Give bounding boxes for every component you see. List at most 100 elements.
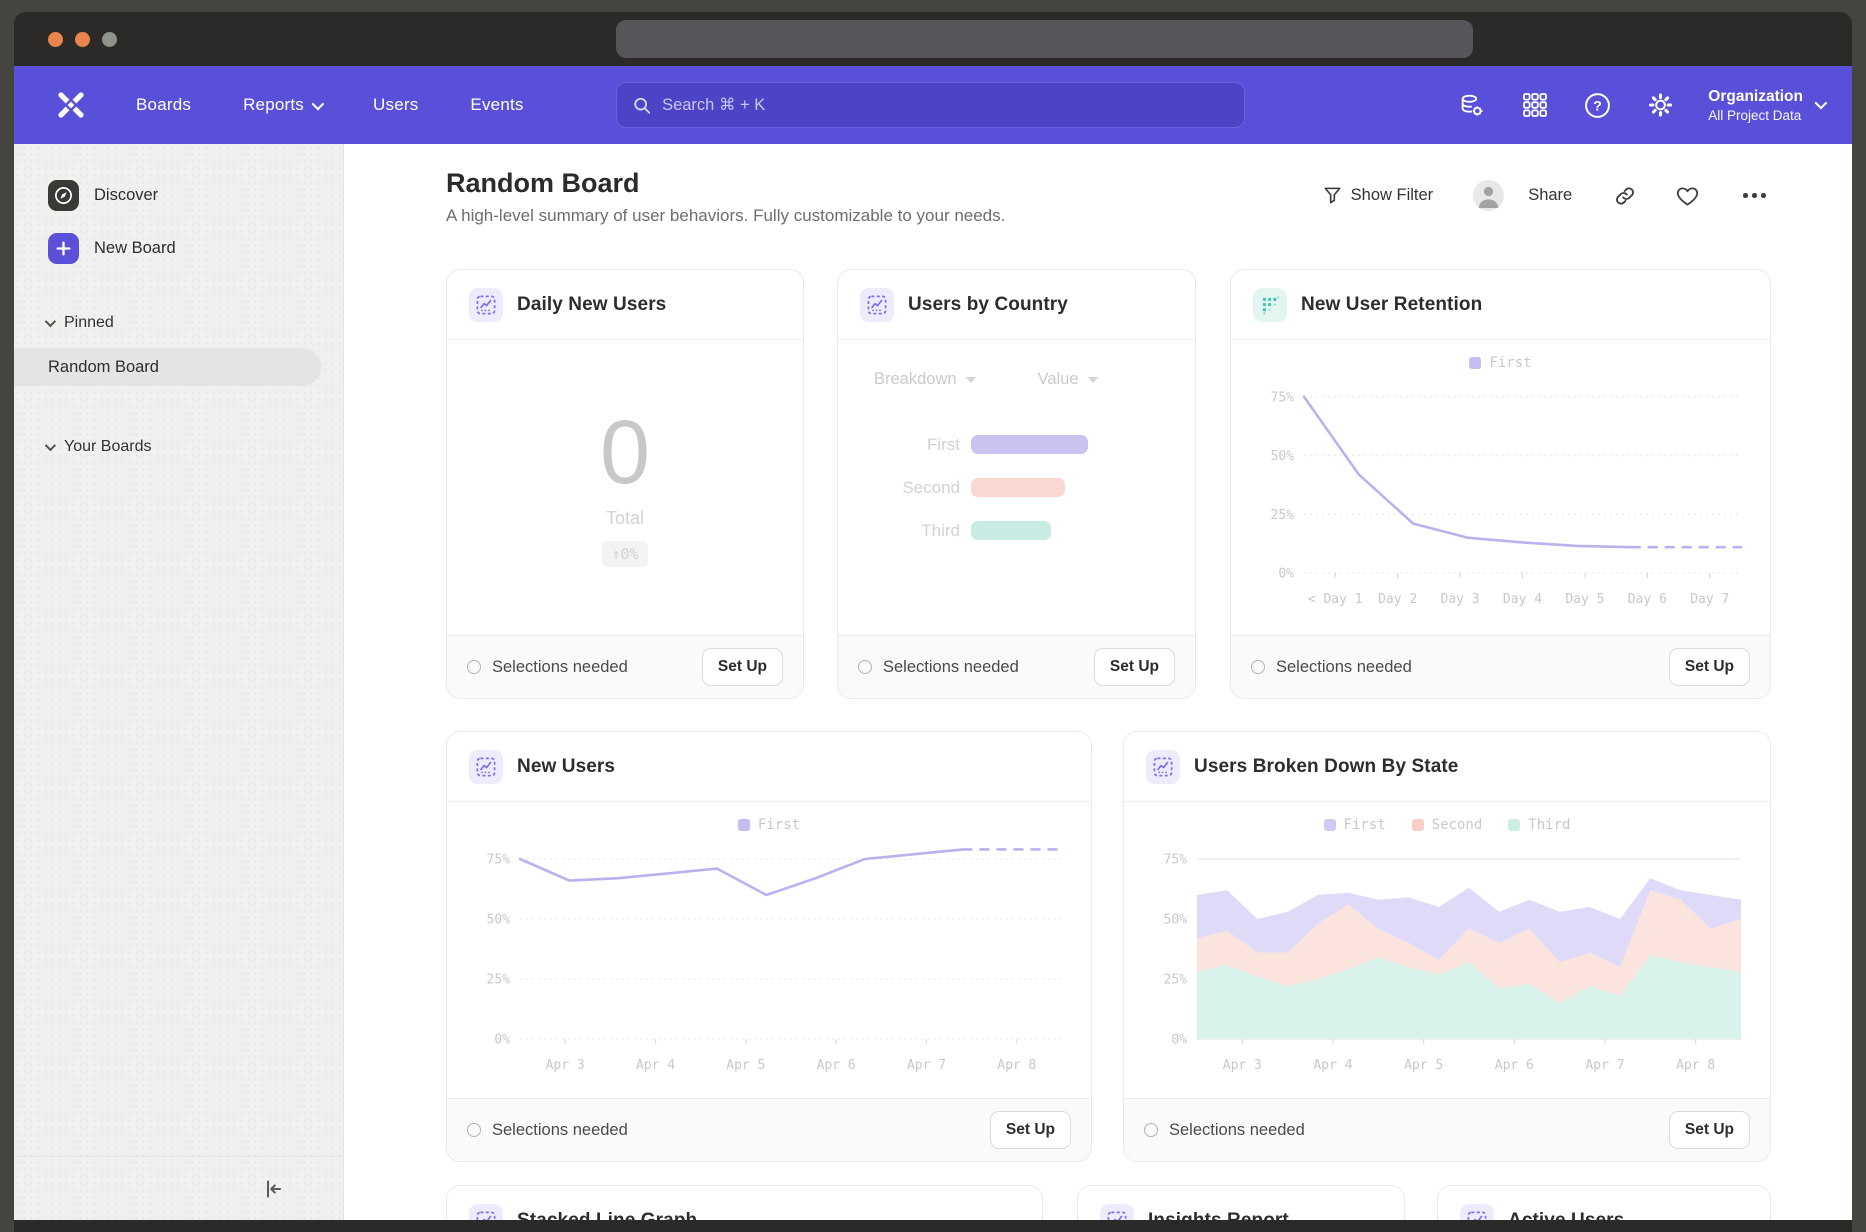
card-title: New Users <box>517 756 615 778</box>
status-circle-icon <box>1251 660 1265 674</box>
svg-text:Apr 8: Apr 8 <box>997 1058 1036 1073</box>
card-new-users: New Users First 75%50%25%0%Apr 3Apr 4Apr… <box>446 731 1092 1162</box>
svg-text:0%: 0% <box>1278 567 1294 582</box>
svg-text:Day 4: Day 4 <box>1503 592 1542 607</box>
chevron-down-icon <box>1088 377 1098 383</box>
nav-item-events[interactable]: Events <box>470 95 523 115</box>
card-title: Daily New Users <box>517 294 666 316</box>
metric-delta-badge: ↑0% <box>602 541 647 567</box>
discover-compass-icon <box>48 180 79 211</box>
card-title: Stacked Line Graph <box>517 1210 697 1220</box>
svg-text:50%: 50% <box>1164 913 1188 928</box>
help-icon[interactable]: ? <box>1584 92 1611 119</box>
svg-text:Day 6: Day 6 <box>1628 592 1667 607</box>
svg-text:75%: 75% <box>1271 390 1295 405</box>
insights-chart-icon <box>1100 1204 1134 1220</box>
set-up-button[interactable]: Set Up <box>990 1111 1071 1149</box>
card-title: Active Users <box>1508 1210 1624 1220</box>
chevron-down-icon <box>1815 97 1828 110</box>
svg-text:Day 5: Day 5 <box>1565 592 1604 607</box>
country-bar-row: Second <box>838 466 1195 509</box>
filter-funnel-icon[interactable] <box>1323 186 1342 205</box>
collapse-sidebar-icon[interactable] <box>261 1177 285 1201</box>
nav-item-users[interactable]: Users <box>373 95 418 115</box>
set-up-button[interactable]: Set Up <box>1669 1111 1750 1149</box>
set-up-button[interactable]: Set Up <box>1094 648 1175 686</box>
card-users-by-country: Users by Country Breakdown Value First Se… <box>837 269 1196 699</box>
nav-item-reports[interactable]: Reports <box>243 95 321 115</box>
insights-chart-icon <box>860 288 894 322</box>
svg-text:25%: 25% <box>487 973 511 988</box>
status-text: Selections needed <box>1276 658 1412 677</box>
card-insights-report: Insights Report <box>1077 1185 1405 1220</box>
status-circle-icon <box>1144 1123 1158 1137</box>
status-text: Selections needed <box>492 1121 628 1140</box>
svg-text:Apr 8: Apr 8 <box>1676 1058 1715 1073</box>
card-daily-new-users: Daily New Users 0 Total ↑0% Selections n… <box>446 269 804 699</box>
insights-chart-icon <box>469 1204 503 1220</box>
org-switcher[interactable]: Organization All Project Data <box>1708 87 1824 122</box>
bar-label: First <box>838 435 960 455</box>
svg-text:Apr 6: Apr 6 <box>817 1058 856 1073</box>
global-search[interactable] <box>616 82 1245 128</box>
chart-legend: First <box>447 817 1091 833</box>
apps-grid-icon[interactable] <box>1521 92 1548 119</box>
insights-chart-icon <box>1146 750 1180 784</box>
traffic-light-minimize[interactable] <box>75 32 90 47</box>
svg-text:Apr 4: Apr 4 <box>1313 1058 1352 1073</box>
share-button[interactable]: Share <box>1528 186 1572 205</box>
status-circle-icon <box>467 1123 481 1137</box>
svg-text:50%: 50% <box>1271 449 1295 464</box>
sidebar-item-discover[interactable]: Discover <box>14 172 343 219</box>
svg-text:Day 2: Day 2 <box>1378 592 1417 607</box>
favorite-heart-icon[interactable] <box>1676 185 1699 207</box>
value-dropdown[interactable]: Value <box>1038 370 1098 389</box>
settings-gear-icon[interactable] <box>1647 92 1674 119</box>
bar <box>971 478 1065 497</box>
legend-item: Third <box>1508 817 1570 833</box>
svg-text:25%: 25% <box>1164 973 1188 988</box>
sidebar-item-new-board[interactable]: New Board <box>14 225 343 272</box>
breakdown-dropdown[interactable]: Breakdown <box>874 370 976 389</box>
svg-text:25%: 25% <box>1271 508 1295 523</box>
svg-text:?: ? <box>1593 97 1602 113</box>
chevron-down-icon <box>45 440 56 451</box>
chevron-down-icon <box>312 97 325 110</box>
chart-legend: FirstSecondThird <box>1124 817 1770 833</box>
country-bar-list: First Second Third <box>838 423 1195 552</box>
org-name: Organization <box>1708 87 1803 107</box>
nav-item-boards[interactable]: Boards <box>136 95 191 115</box>
copy-link-icon[interactable] <box>1614 185 1636 207</box>
data-management-icon[interactable] <box>1458 92 1485 119</box>
metric-label: Total <box>606 508 644 529</box>
chevron-down-icon <box>966 377 976 383</box>
card-title: Users by Country <box>908 294 1068 316</box>
set-up-button[interactable]: Set Up <box>702 648 783 686</box>
search-input[interactable] <box>662 96 1228 115</box>
bar <box>971 521 1051 540</box>
avatar[interactable] <box>1473 180 1504 211</box>
card-users-by-state: Users Broken Down By State FirstSecondTh… <box>1123 731 1771 1162</box>
svg-text:Apr 6: Apr 6 <box>1495 1058 1534 1073</box>
chevron-down-icon <box>45 316 56 327</box>
traffic-light-close[interactable] <box>48 32 63 47</box>
bar-label: Second <box>838 478 960 498</box>
page-title: Random Board <box>446 168 640 199</box>
svg-text:Day 7: Day 7 <box>1690 592 1729 607</box>
traffic-light-zoom[interactable] <box>102 32 117 47</box>
svg-text:75%: 75% <box>1164 853 1188 868</box>
more-options-icon[interactable] <box>1743 193 1766 198</box>
mixpanel-logo-icon[interactable] <box>54 88 88 122</box>
sidebar-item-random-board[interactable]: Random Board <box>14 348 321 386</box>
retention-line-chart: 75%50%25%0%< Day 1Day 2Day 3Day 4Day 5Da… <box>1248 373 1753 611</box>
show-filter-button[interactable]: Show Filter <box>1351 186 1434 205</box>
bar-label: Third <box>838 521 960 541</box>
address-bar[interactable] <box>616 20 1473 58</box>
set-up-button[interactable]: Set Up <box>1669 648 1750 686</box>
metric-value: 0 <box>600 408 650 498</box>
svg-text:Apr 3: Apr 3 <box>1223 1058 1262 1073</box>
chart-legend: First <box>1231 355 1770 371</box>
sidebar-section-your-boards[interactable]: Your Boards <box>14 438 343 456</box>
svg-text:50%: 50% <box>487 913 511 928</box>
sidebar-section-pinned[interactable]: Pinned <box>14 314 343 332</box>
